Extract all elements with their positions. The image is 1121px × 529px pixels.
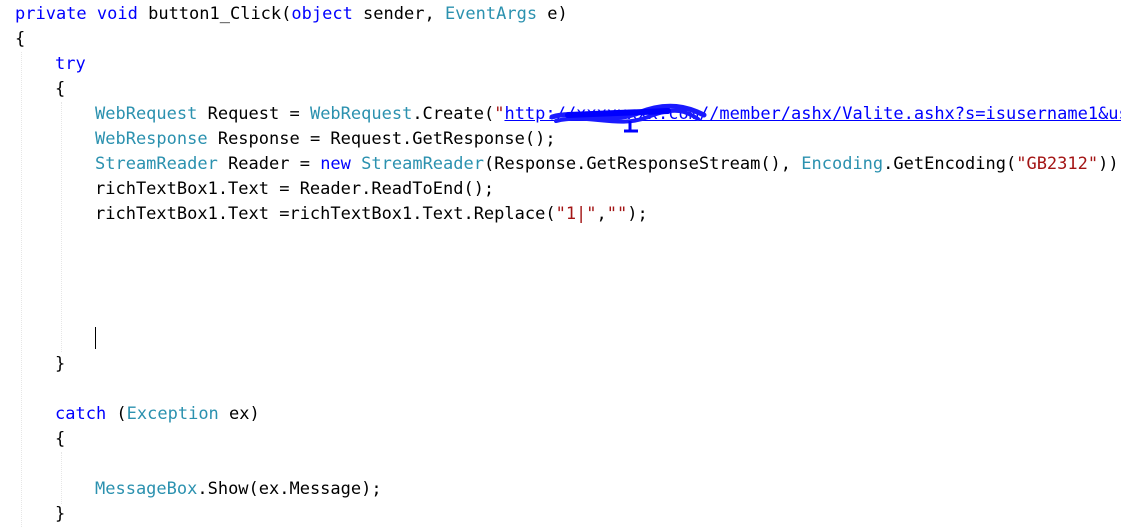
code-line[interactable]: {: [15, 27, 25, 52]
code-token-kw: object: [291, 4, 353, 24]
code-token-ty: MessageBox: [95, 479, 198, 499]
code-token-pl: ,: [596, 204, 607, 224]
code-token-pl: {: [55, 429, 66, 449]
code-token-ty: WebRequest: [309, 104, 413, 124]
code-token-kw: try: [55, 54, 86, 74]
code-line[interactable]: richTextBox1.Text = Reader.ReadToEnd();: [95, 177, 494, 202]
code-token-pl: .Create(: [412, 104, 495, 124]
code-line[interactable]: catch (Exception ex): [55, 402, 260, 427]
code-line[interactable]: {: [55, 77, 65, 102]
code-token-ty: StreamReader: [361, 154, 484, 174]
code-line[interactable]: try: [55, 52, 86, 77]
code-token-ty: EventArgs: [444, 4, 538, 24]
code-line[interactable]: }: [55, 352, 65, 377]
code-token-pl: ex): [218, 404, 260, 424]
code-line[interactable]: WebResponse Response = Request.GetRespon…: [95, 127, 556, 152]
code-token-ty: StreamReader: [95, 154, 218, 174]
code-token-ty: Encoding: [801, 154, 884, 174]
code-token-pl: }: [55, 504, 66, 524]
code-token-pl: {: [15, 29, 26, 49]
indent-guide: [21, 52, 22, 527]
code-token-pl: }: [55, 354, 66, 374]
code-token-pl: Reader =: [217, 154, 321, 174]
code-token-str: ": [494, 104, 505, 124]
code-token-str: "GB2312": [1016, 154, 1099, 174]
code-line[interactable]: private void button1_Click(object sender…: [15, 2, 568, 27]
code-line[interactable]: StreamReader Reader = new StreamReader(R…: [95, 152, 1121, 177]
code-token-pl: Response = Request.GetResponse();: [207, 129, 556, 149]
code-line[interactable]: }: [55, 502, 65, 527]
code-token-str: "1|": [555, 204, 597, 224]
code-token-pl: {: [55, 79, 66, 99]
code-token-pl: sender,: [352, 4, 445, 24]
code-token-pl: richTextBox1.Text =richTextBox1.Text.Rep…: [95, 204, 556, 224]
code-token-pl: );: [627, 204, 648, 224]
code-token-kw: catch: [55, 404, 107, 424]
code-token-pl: ));: [1098, 154, 1121, 174]
code-token-pl: .GetEncoding(: [883, 154, 1017, 174]
code-line[interactable]: richTextBox1.Text =richTextBox1.Text.Rep…: [95, 202, 648, 227]
code-line[interactable]: WebRequest Request = WebRequest.Create("…: [95, 102, 1121, 127]
code-token-ty: WebRequest: [95, 104, 198, 124]
code-token-ty: Exception: [126, 404, 219, 424]
code-token-kw: void: [96, 4, 138, 24]
code-token-pl: richTextBox1.Text = Reader.ReadToEnd();: [95, 179, 495, 199]
code-token-pl: Request =: [197, 104, 310, 124]
code-token-pl: (: [106, 404, 127, 424]
indent-guide: [61, 452, 62, 504]
code-token-pl: button1_Click(: [137, 4, 292, 24]
code-token-str: "": [606, 204, 628, 224]
code-token-pl: e): [537, 4, 568, 24]
code-token-pl: .Show(ex.Message);: [197, 479, 382, 499]
code-token-kw: new: [320, 154, 351, 174]
code-line[interactable]: MessageBox.Show(ex.Message);: [95, 477, 382, 502]
code-token-url[interactable]: http://xxxxxxxx.com//member/ashx/Valite.…: [504, 104, 1121, 124]
text-caret: [95, 327, 96, 349]
code-token-pl: (Response.GetResponseStream(),: [483, 154, 802, 174]
code-token-ty: WebResponse: [95, 129, 208, 149]
code-line[interactable]: {: [55, 427, 65, 452]
code-editor[interactable]: private void button1_Click(object sender…: [0, 0, 1121, 529]
code-token-kw: private: [15, 4, 87, 24]
indent-guide: [61, 102, 62, 352]
